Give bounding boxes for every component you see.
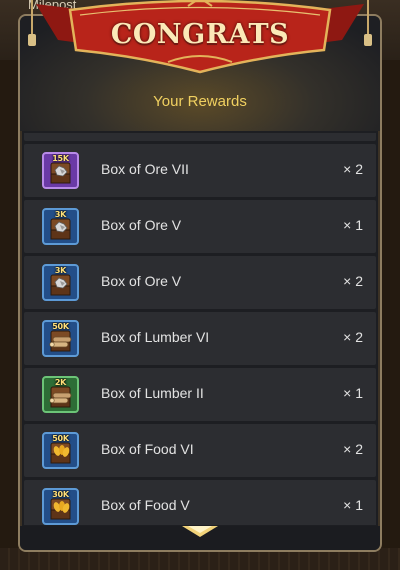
reward-box-icon[interactable]: 50K	[42, 320, 79, 357]
reward-count: × 2	[343, 441, 363, 457]
reward-name: Box of Lumber VI	[101, 329, 210, 345]
reward-count: × 2	[343, 161, 363, 177]
reward-row: 3K Box of Ore V × 2	[24, 256, 376, 309]
reward-amount-tag: 50K	[52, 434, 69, 443]
reward-count: × 2	[343, 329, 363, 345]
reward-name: Box of Ore V	[101, 273, 182, 289]
reward-row: 50K Box of Lumber VI × 2	[24, 312, 376, 365]
reward-name: Box of Ore V	[101, 217, 182, 233]
reward-row: 2K Box of Lumber II × 1	[24, 368, 376, 421]
reward-box-icon[interactable]: 15K	[42, 152, 79, 189]
reward-amount-tag: 3K	[54, 210, 67, 219]
rewards-list[interactable]: 15K Box of Ore VII × 2 3K Box of Ore V × 1 3K B…	[24, 133, 376, 525]
dialog-footer	[20, 526, 380, 550]
reward-row-partial	[24, 133, 376, 141]
reward-box-icon[interactable]: 30K	[42, 488, 79, 525]
reward-count: × 2	[343, 273, 363, 289]
reward-amount-tag: 15K	[52, 154, 69, 163]
banner-title-wrap: CONGRATS	[18, 0, 382, 78]
reward-amount-tag: 50K	[52, 322, 69, 331]
rewards-subtitle: Your Rewards	[153, 93, 247, 110]
reward-name: Box of Food V	[101, 497, 190, 513]
scroll-down-arrow-icon[interactable]	[182, 526, 218, 540]
reward-box-icon[interactable]: 50K	[42, 432, 79, 469]
reward-row: 3K Box of Ore V × 1	[24, 200, 376, 253]
reward-name: Box of Lumber II	[101, 385, 204, 401]
rewards-dialog: Your Rewards 15K Box of Ore VII × 2 3K Box o…	[18, 14, 382, 552]
reward-row: 30K Box of Food V × 1	[24, 480, 376, 525]
reward-name: Box of Food VI	[101, 441, 194, 457]
reward-amount-tag: 30K	[52, 490, 69, 499]
reward-row: 50K Box of Food VI × 2	[24, 424, 376, 477]
reward-amount-tag: 2K	[54, 378, 67, 387]
banner-title: CONGRATS	[110, 19, 290, 50]
reward-count: × 1	[343, 497, 363, 513]
reward-box-icon[interactable]: 3K	[42, 208, 79, 245]
reward-name: Box of Ore VII	[101, 161, 189, 177]
reward-count: × 1	[343, 385, 363, 401]
reward-box-icon[interactable]: 3K	[42, 264, 79, 301]
reward-count: × 1	[343, 217, 363, 233]
reward-box-icon[interactable]: 2K	[42, 376, 79, 413]
reward-amount-tag: 3K	[54, 266, 67, 275]
reward-row: 15K Box of Ore VII × 2	[24, 144, 376, 197]
